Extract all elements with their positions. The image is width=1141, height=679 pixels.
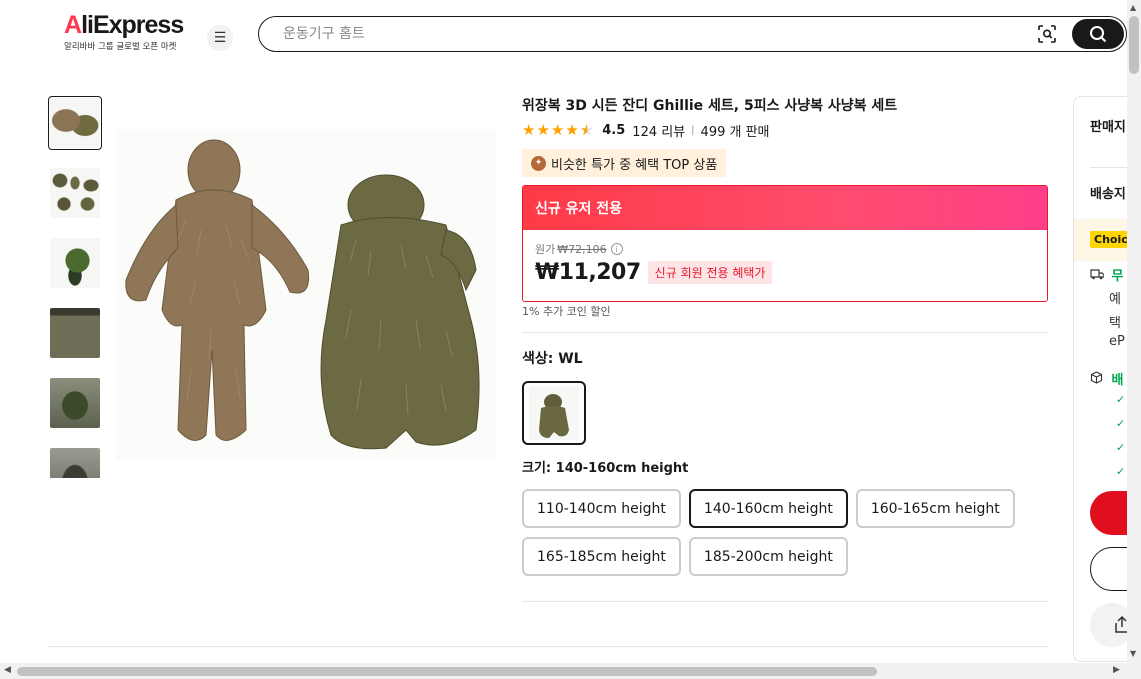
original-price-row: 원가 ₩72,106 i (535, 241, 623, 257)
choice-tag: Choic (1090, 231, 1132, 248)
flame-icon: ✦ (531, 155, 546, 171)
top-product-badge: ✦ 비슷한 특가 중 혜택 TOP 상품 (522, 149, 727, 177)
separator: | (691, 125, 695, 136)
scroll-left-arrow-icon[interactable]: ◀ (4, 665, 11, 675)
thumbnail-3[interactable] (48, 236, 102, 290)
size-label: 크기: 140-160cm height (522, 461, 689, 476)
delivery-line: eP (1109, 334, 1125, 349)
new-member-price-tag: 신규 회원 전용 혜택가 (647, 261, 773, 284)
aliexpress-logo[interactable]: AliExpress 알리바바 그룹 글로벌 오픈 마켓 (64, 12, 194, 52)
check-icon: ✓ (1116, 441, 1126, 454)
free-shipping: 무 (1090, 265, 1124, 284)
search-button[interactable] (1072, 19, 1124, 49)
thumbnail-image (50, 98, 100, 148)
size-option[interactable]: 165-185cm height (522, 537, 681, 576)
thumbnail-image (50, 168, 100, 218)
thumbnail-image (50, 448, 100, 478)
star-icon: ★ (565, 121, 579, 139)
price-row: ₩11,207 신규 회원 전용 혜택가 (535, 260, 773, 285)
logo-subtitle: 알리바바 그룹 글로벌 오픈 마켓 (64, 42, 177, 52)
star-icon: ★ (550, 121, 565, 139)
product-title: 위장복 3D 시든 잔디 Ghillie 세트, 5피스 사냥복 사냥복 세트 (522, 98, 898, 114)
thumbnail-5[interactable] (48, 376, 102, 430)
sold-count: 499 개 판매 (700, 125, 770, 140)
free-shipping-label: 무 (1111, 269, 1124, 284)
color-option-wl[interactable] (522, 381, 586, 445)
scroll-up-arrow-icon[interactable]: ▲ (1130, 3, 1136, 12)
seller-label[interactable]: 판매지 (1090, 116, 1126, 135)
size-option[interactable]: 185-200cm height (688, 537, 848, 576)
rating-stars: ★ ★ ★ ★ ★ (522, 123, 594, 138)
scroll-down-arrow-icon[interactable]: ▼ (1130, 649, 1136, 658)
original-price-label: 원가 (535, 243, 556, 256)
divider (522, 332, 1048, 333)
scrollbar-corner (1127, 663, 1141, 679)
hamburger-icon: ☰ (213, 30, 227, 46)
size-option[interactable]: 160-165cm height (855, 489, 1015, 528)
thumbnail-image (50, 238, 100, 288)
size-option-selected[interactable]: 140-160cm height (688, 489, 848, 528)
main-product-image[interactable] (116, 130, 496, 460)
search-input[interactable] (283, 26, 1034, 42)
thumbnail-6[interactable] (48, 446, 102, 478)
page: AliExpress 알리바바 그룹 글로벌 오픈 마켓 ☰ 운동기구 홈트 위… (0, 0, 1141, 679)
search-bar (258, 16, 1127, 52)
hamburger-menu-button[interactable]: ☰ (207, 25, 233, 51)
rating-value: 4.5 (602, 123, 626, 138)
thumbnail-list (48, 96, 104, 478)
logo-text: AliExpress (64, 11, 184, 39)
divider (48, 646, 1048, 647)
image-search-button[interactable] (1034, 21, 1060, 47)
horizontal-scroll-thumb[interactable] (17, 667, 877, 676)
star-icon: ★ (522, 121, 536, 139)
box-icon (1090, 371, 1103, 384)
thumbnail-image (50, 308, 100, 358)
half-star-icon: ★ (579, 121, 594, 139)
thumbnail-1[interactable] (48, 96, 102, 150)
original-price: ₩72,106 (557, 242, 607, 256)
ship-to-label[interactable]: 배송지 (1090, 183, 1126, 202)
check-icon: ✓ (1116, 393, 1126, 406)
coin-discount-note: 1% 추가 코인 할인 (522, 305, 611, 318)
promo-price-box: 신규 유저 전용 원가 ₩72,106 i ₩11,207 신규 회원 전용 혜… (522, 185, 1048, 302)
vertical-scroll-thumb[interactable] (1129, 16, 1139, 74)
check-icon: ✓ (1116, 417, 1126, 430)
thumbnail-2[interactable] (48, 166, 102, 220)
horizontal-scrollbar[interactable]: ◀ ▶ (0, 663, 1127, 679)
top-badge-label: 비슷한 특가 중 혜택 TOP 상품 (551, 157, 718, 173)
check-icon: ✓ (1116, 465, 1126, 478)
delivery-commitment: 배 (1090, 369, 1124, 388)
vertical-scrollbar[interactable]: ▲ ▼ (1127, 0, 1141, 663)
info-icon[interactable]: i (610, 243, 623, 255)
image-search-icon (1038, 25, 1056, 43)
delivery-line: 예 (1109, 292, 1121, 307)
color-swatch-image (529, 386, 579, 440)
scroll-right-arrow-icon[interactable]: ▶ (1113, 665, 1120, 675)
rating-row[interactable]: ★ ★ ★ ★ ★ 4.5 124 리뷰 | 499 개 판매 (522, 121, 770, 141)
color-label: 색상: WL (522, 351, 583, 367)
size-options: 110-140cm height 140-160cm height 160-16… (522, 489, 1022, 576)
delivery-line: 택 (1109, 316, 1121, 331)
delivery-commitment-label: 배 (1111, 373, 1124, 388)
divider (522, 601, 1048, 602)
star-icon: ★ (536, 121, 550, 139)
review-count[interactable]: 124 리뷰 (632, 121, 685, 140)
thumbnail-image (50, 378, 100, 428)
sale-price: ₩11,207 (535, 260, 641, 285)
thumbnail-4[interactable] (48, 306, 102, 360)
truck-icon (1090, 269, 1105, 280)
promo-header: 신규 유저 전용 (523, 186, 1047, 230)
size-option[interactable]: 110-140cm height (522, 489, 681, 528)
search-icon (1090, 26, 1107, 43)
